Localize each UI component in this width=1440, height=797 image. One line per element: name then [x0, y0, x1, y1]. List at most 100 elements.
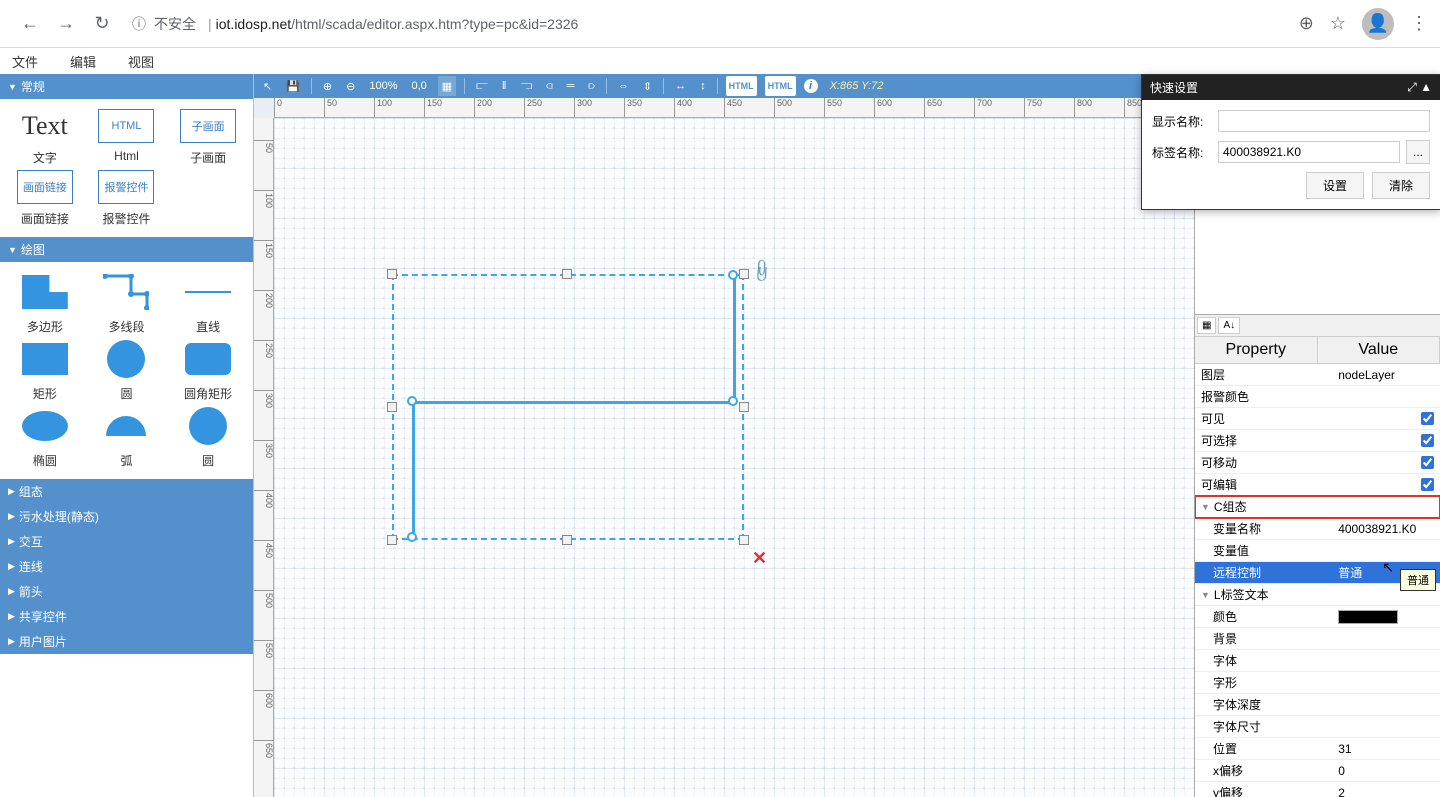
quick-settings-header[interactable]: 快速设置 ⤢ ▲ — [1142, 75, 1440, 100]
shape-tool-矩形[interactable]: 矩形 — [4, 339, 86, 402]
forward-button[interactable]: → — [52, 10, 80, 38]
save-icon[interactable]: 💾 — [283, 76, 303, 96]
prop-row-颜色[interactable]: 颜色 — [1195, 606, 1440, 628]
shape-tool-直线[interactable]: 直线 — [167, 272, 249, 335]
shape-tool-椭圆[interactable]: 椭圆 — [4, 406, 86, 469]
prop-row-报警颜色[interactable]: 报警颜色 — [1195, 386, 1440, 408]
prop-row-字体尺寸[interactable]: 字体尺寸 — [1195, 716, 1440, 738]
handle-s[interactable] — [562, 535, 572, 545]
align-right-icon[interactable]: ⫎ — [517, 76, 535, 96]
vertex-node[interactable] — [407, 532, 417, 542]
tool-子画面[interactable]: 子画面子画面 — [167, 109, 249, 166]
prop-row-图层[interactable]: 图层nodeLayer — [1195, 364, 1440, 386]
shape-tool-圆[interactable]: 圆 — [86, 339, 168, 402]
profile-avatar[interactable]: 👤 — [1362, 8, 1394, 40]
prop-row-字体[interactable]: 字体 — [1195, 650, 1440, 672]
zoom-out-icon[interactable]: ⊖ — [343, 76, 358, 96]
zoom-level[interactable]: 100% — [366, 76, 400, 96]
align-center-icon[interactable]: ‖ — [499, 76, 510, 96]
prop-row-背景[interactable]: 背景 — [1195, 628, 1440, 650]
prop-row-可见[interactable]: 可见 — [1195, 408, 1440, 430]
prop-row-可编辑[interactable]: 可编辑 — [1195, 474, 1440, 496]
shape-segment[interactable] — [412, 401, 736, 404]
pointer-tool-icon[interactable]: ↖ — [260, 76, 275, 96]
panel-collapse-icon[interactable]: ⤢ ▲ — [1407, 80, 1432, 95]
prop-row-C组态[interactable]: ▼C组态 — [1195, 496, 1440, 518]
zoom-in-icon[interactable]: ⊕ — [320, 76, 335, 96]
prop-row-可选择[interactable]: 可选择 — [1195, 430, 1440, 452]
zoom-icon[interactable]: ⊕ — [1299, 13, 1314, 34]
grid-view-icon[interactable]: ▦ — [1197, 317, 1216, 334]
same-height-icon[interactable]: ↕ — [697, 76, 709, 96]
back-button[interactable]: ← — [16, 10, 44, 38]
section-normal[interactable]: 常规 — [0, 74, 253, 99]
display-name-input[interactable] — [1218, 110, 1430, 132]
tool-Html[interactable]: HTMLHtml — [86, 109, 168, 166]
prop-row-位置[interactable]: 位置31 — [1195, 738, 1440, 760]
delete-marker-icon[interactable]: ✕ — [752, 548, 767, 569]
sort-view-icon[interactable]: A↓ — [1218, 317, 1240, 334]
star-icon[interactable]: ☆ — [1330, 13, 1346, 34]
set-button[interactable]: 设置 — [1306, 172, 1364, 199]
section-jiaohu[interactable]: 交互 — [0, 529, 253, 554]
shape-tool-多线段[interactable]: 多线段 — [86, 272, 168, 335]
handle-e[interactable] — [739, 402, 749, 412]
align-top-icon[interactable]: ⫏ — [543, 76, 555, 96]
handle-n[interactable] — [562, 269, 572, 279]
handle-w[interactable] — [387, 402, 397, 412]
prop-row-x偏移[interactable]: x偏移0 — [1195, 760, 1440, 782]
prop-row-字体深度[interactable]: 字体深度 — [1195, 694, 1440, 716]
prop-row-变量名称[interactable]: 变量名称400038921.K0 — [1195, 518, 1440, 540]
address-bar[interactable]: ⓘ 不安全 | iot.idosp.net/html/scada/editor.… — [132, 14, 1287, 34]
shape-tool-圆[interactable]: 圆 — [167, 406, 249, 469]
vertex-node[interactable] — [407, 396, 417, 406]
handle-nw[interactable] — [387, 269, 397, 279]
prop-row-可移动[interactable]: 可移动 — [1195, 452, 1440, 474]
html-badge-2[interactable]: HTML — [765, 76, 796, 96]
vertex-node[interactable] — [728, 396, 738, 406]
shape-tool-多边形[interactable]: 多边形 — [4, 272, 86, 335]
section-jiantou[interactable]: 箭头 — [0, 579, 253, 604]
property-view-tabs[interactable]: ▦ A↓ — [1195, 315, 1440, 337]
tool-画面链接[interactable]: 画面链接画面链接 — [4, 170, 86, 227]
shape-tool-圆角矩形[interactable]: 圆角矩形 — [167, 339, 249, 402]
prop-row-字形[interactable]: 字形 — [1195, 672, 1440, 694]
section-wushui[interactable]: 污水处理(静态) — [0, 504, 253, 529]
same-width-icon[interactable]: ↔ — [672, 76, 689, 96]
attachment-icon[interactable]: 📎 — [748, 257, 776, 285]
canvas[interactable]: 📎 ✕ — [274, 118, 1194, 797]
tag-name-input[interactable] — [1218, 141, 1400, 163]
vertex-node[interactable] — [728, 270, 738, 280]
align-left-icon[interactable]: ⫍ — [473, 76, 491, 96]
shape-segment[interactable] — [733, 275, 736, 403]
align-bottom-icon[interactable]: ⫐ — [585, 76, 597, 96]
section-yonghu[interactable]: 用户图片 — [0, 629, 253, 654]
reload-button[interactable]: ↻ — [88, 10, 116, 38]
tool-文字[interactable]: Text文字 — [4, 109, 86, 166]
tool-报警控件[interactable]: 报警控件报警控件 — [86, 170, 168, 227]
align-middle-icon[interactable]: ═ — [564, 76, 578, 96]
prop-row-变量值[interactable]: 变量值 — [1195, 540, 1440, 562]
dist-h-icon[interactable]: ⇔ — [615, 76, 632, 96]
handle-sw[interactable] — [387, 535, 397, 545]
html-badge-1[interactable]: HTML — [726, 76, 757, 96]
tool-palette: 常规 Text文字HTMLHtml子画面子画面画面链接画面链接报警控件报警控件 … — [0, 74, 254, 797]
clear-button[interactable]: 清除 — [1372, 172, 1430, 199]
grid-icon[interactable]: ▦ — [438, 76, 456, 96]
tag-picker-button[interactable]: ... — [1406, 140, 1430, 164]
info-tool-icon[interactable]: i — [804, 79, 818, 93]
section-draw[interactable]: 绘图 — [0, 237, 253, 262]
section-lianxian[interactable]: 连线 — [0, 554, 253, 579]
menu-file[interactable]: 文件 — [12, 52, 38, 71]
shape-segment[interactable] — [412, 401, 415, 537]
section-gongxiang[interactable]: 共享控件 — [0, 604, 253, 629]
prop-row-y偏移[interactable]: y偏移2 — [1195, 782, 1440, 797]
property-panel: ▦ A↓ PropertyValue 图层nodeLayer报警颜色可见可选择可… — [1195, 314, 1440, 797]
shape-tool-弧[interactable]: 弧 — [86, 406, 168, 469]
dist-v-icon[interactable]: ⇕ — [640, 76, 655, 96]
kebab-menu-icon[interactable]: ⋮ — [1410, 13, 1428, 34]
handle-se[interactable] — [739, 535, 749, 545]
menu-edit[interactable]: 编辑 — [70, 52, 96, 71]
section-zutai[interactable]: 组态 — [0, 479, 253, 504]
menu-view[interactable]: 视图 — [128, 52, 154, 71]
